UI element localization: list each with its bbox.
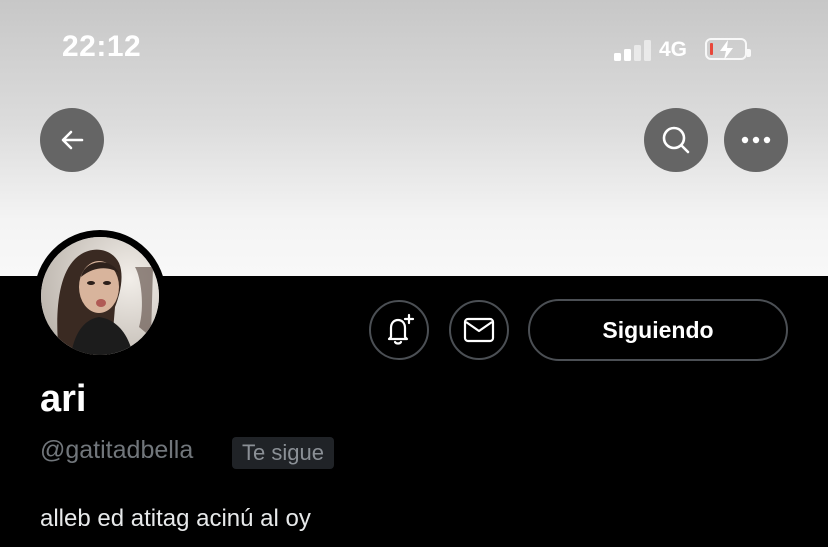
arrow-left-icon: [61, 130, 84, 150]
envelope-icon: [463, 317, 495, 343]
following-button[interactable]: Siguiendo: [528, 299, 788, 361]
battery-icon: [705, 38, 751, 60]
bell-plus-icon: [387, 313, 415, 345]
display-name: ari: [40, 378, 87, 420]
search-button[interactable]: [644, 108, 708, 172]
user-handle: @gatitadbella: [40, 436, 194, 464]
more-options-button[interactable]: [724, 108, 788, 172]
back-button[interactable]: [40, 108, 104, 172]
status-time: 22:12: [62, 30, 142, 63]
message-button[interactable]: [449, 300, 509, 360]
avatar-image: [41, 237, 159, 355]
notifications-button[interactable]: [369, 300, 429, 360]
charging-bolt-icon: [720, 40, 733, 60]
search-icon: [662, 126, 690, 154]
avatar[interactable]: [41, 237, 159, 355]
battery-cap: [747, 49, 751, 57]
profile-bio: alleb ed atitag acinú al oy: [40, 505, 311, 532]
network-type: 4G: [659, 38, 688, 61]
follows-you-badge: Te sigue: [232, 437, 334, 469]
more-horizontal-icon: [741, 136, 771, 144]
signal-strength-icon: [614, 39, 654, 61]
battery-level-fill: [710, 43, 713, 55]
